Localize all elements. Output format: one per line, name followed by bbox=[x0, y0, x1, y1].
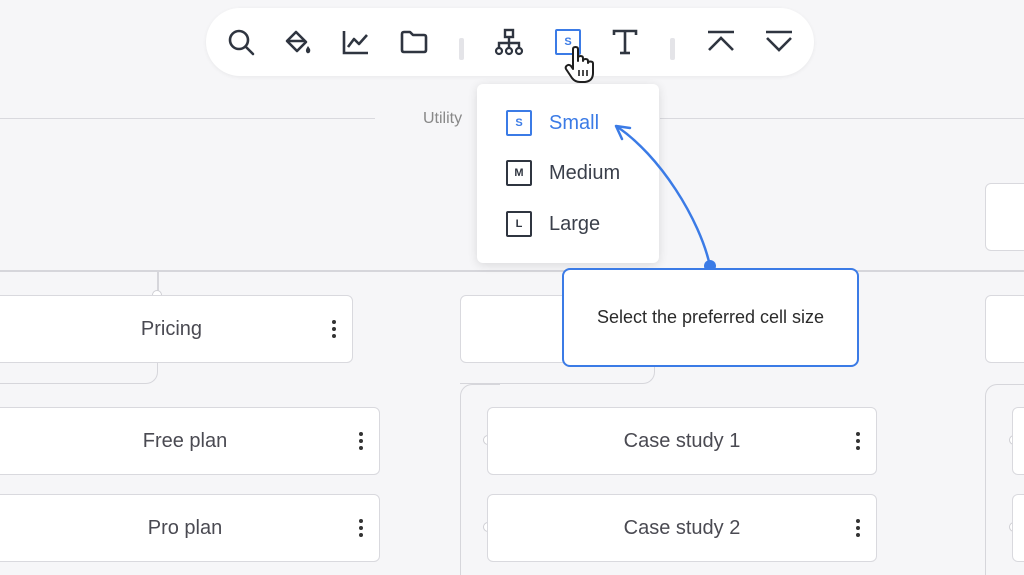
text-icon[interactable] bbox=[609, 26, 641, 58]
more-options-icon[interactable] bbox=[856, 432, 860, 450]
toolbar-separator bbox=[459, 38, 464, 60]
section-divider-left bbox=[0, 118, 375, 119]
card-label: Case study 1 bbox=[623, 429, 741, 452]
small-size-icon: S bbox=[506, 110, 532, 136]
card-free-plan[interactable]: Free plan bbox=[0, 407, 380, 475]
medium-size-icon: M bbox=[506, 160, 532, 186]
large-size-icon: L bbox=[506, 211, 532, 237]
collapse-up-icon[interactable] bbox=[705, 26, 737, 58]
size-option-label: Small bbox=[549, 111, 600, 134]
tree-connector-line bbox=[0, 270, 1024, 272]
hand-cursor-icon bbox=[564, 46, 594, 83]
card-pricing[interactable]: Pricing bbox=[0, 295, 353, 363]
card-right-2[interactable] bbox=[1012, 494, 1024, 562]
size-option-large[interactable]: L Large bbox=[506, 209, 600, 239]
callout-text: Select the preferred cell size bbox=[596, 307, 825, 327]
size-option-label: Large bbox=[549, 212, 601, 235]
folder-icon[interactable] bbox=[398, 26, 430, 58]
card-right-parent[interactable] bbox=[985, 295, 1024, 363]
card-right-1[interactable] bbox=[1012, 407, 1024, 475]
card-label: Pro plan bbox=[147, 516, 223, 539]
toolbar: S bbox=[206, 8, 814, 76]
card-label: Case study 2 bbox=[623, 516, 741, 539]
card-pro-plan[interactable]: Pro plan bbox=[0, 494, 380, 562]
more-options-icon[interactable] bbox=[359, 519, 363, 537]
toolbar-separator bbox=[670, 38, 675, 60]
tooltip-callout: Select the preferred cell size bbox=[562, 268, 859, 367]
card-label: Free plan bbox=[142, 429, 228, 452]
section-label: Utility bbox=[423, 110, 463, 127]
expand-down-icon[interactable] bbox=[763, 26, 795, 58]
more-options-icon[interactable] bbox=[359, 432, 363, 450]
card-case-study-2[interactable]: Case study 2 bbox=[487, 494, 877, 562]
more-options-icon[interactable] bbox=[332, 320, 336, 338]
search-icon[interactable] bbox=[225, 26, 257, 58]
card-label: Pricing bbox=[140, 317, 203, 340]
callout-arrow bbox=[614, 124, 716, 272]
line-chart-icon[interactable] bbox=[340, 26, 372, 58]
paint-bucket-icon[interactable] bbox=[282, 26, 314, 58]
size-option-small[interactable]: S Small bbox=[506, 108, 599, 138]
card-right-top[interactable] bbox=[985, 183, 1024, 251]
sitemap-icon[interactable] bbox=[493, 26, 525, 58]
card-case-study-1[interactable]: Case study 1 bbox=[487, 407, 877, 475]
more-options-icon[interactable] bbox=[856, 519, 860, 537]
